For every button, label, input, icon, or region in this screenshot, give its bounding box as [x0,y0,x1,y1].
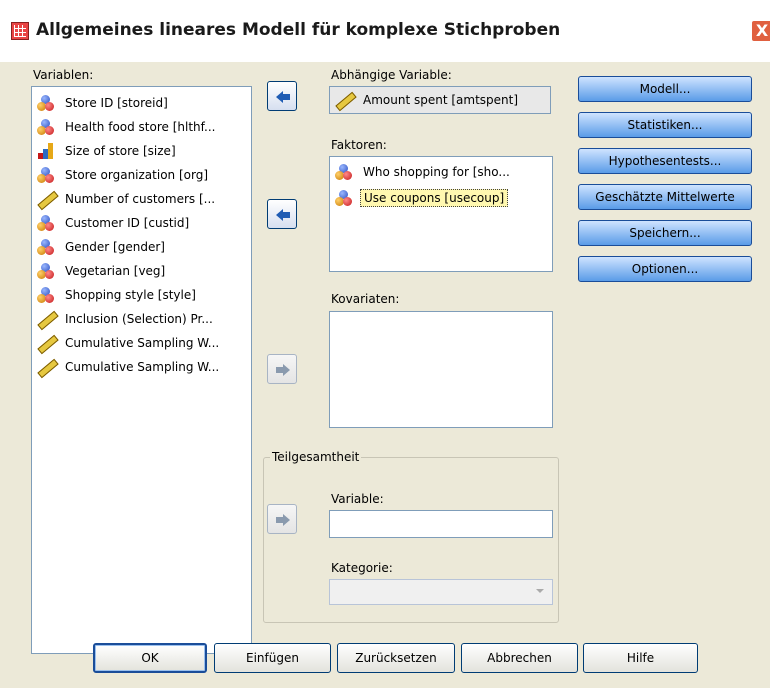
title-bar: Allgemeines lineares Modell für komplexe… [0,0,770,62]
factor-item-selected[interactable]: Use coupons [usecoup] [334,188,509,208]
window-title: Allgemeines lineares Modell für komplexe… [36,20,561,40]
cancel-button[interactable]: Abbrechen [461,643,578,673]
variables-label: Variablen: [33,68,94,82]
arrow-left-icon [276,209,290,221]
variable-item[interactable]: Gender [gender] [36,237,168,257]
subpopulation-variable-label: Variable: [331,492,384,506]
app-icon [11,22,29,40]
covariates-label: Kovariaten: [331,292,400,306]
variable-item[interactable]: Store organization [org] [36,165,211,185]
ok-button[interactable]: OK [93,643,207,673]
nominal-icon [334,189,354,207]
nominal-icon [36,214,56,232]
subpopulation-category-select[interactable] [329,579,553,605]
dependent-field[interactable]: Amount spent [amtspent] [329,86,551,114]
help-button[interactable]: Hilfe [583,643,698,673]
variables-list[interactable]: Store ID [storeid] Health food store [hl… [31,86,252,654]
nominal-icon [36,166,56,184]
hypothesis-tests-button[interactable]: Hypothesentests... [578,148,752,174]
options-button[interactable]: Optionen... [578,256,752,282]
arrow-right-icon [276,364,290,376]
save-button[interactable]: Speichern... [578,220,752,246]
factors-list[interactable]: Who shopping for [sho... Use coupons [us… [329,156,553,272]
nominal-icon [36,262,56,280]
dependent-item: Amount spent [amtspent] [334,90,521,110]
factors-label: Faktoren: [331,138,387,152]
scale-icon [36,334,56,352]
nominal-icon [36,94,56,112]
move-to-factors-button[interactable] [267,199,297,229]
subpopulation-variable-field[interactable] [329,510,553,538]
covariates-list[interactable] [329,311,553,428]
variable-item[interactable]: Customer ID [custid] [36,213,192,233]
statistics-button[interactable]: Statistiken... [578,112,752,138]
variable-item[interactable]: Store ID [storeid] [36,93,171,113]
variable-item[interactable]: Cumulative Sampling W... [36,357,222,377]
variable-item[interactable]: Size of store [size] [36,141,179,161]
close-button[interactable]: X [751,20,770,42]
variable-item[interactable]: Health food store [hlthf... [36,117,218,137]
nominal-icon [334,163,354,181]
variable-item[interactable]: Inclusion (Selection) Pr... [36,309,216,329]
estimated-means-button[interactable]: Geschätzte Mittelwerte [578,184,752,210]
nominal-icon [36,118,56,136]
paste-button[interactable]: Einfügen [214,643,331,673]
variable-item[interactable]: Shopping style [style] [36,285,199,305]
move-to-covariates-button[interactable] [267,354,297,384]
move-to-dependent-button[interactable] [267,81,297,111]
model-button[interactable]: Modell... [578,76,752,102]
reset-button[interactable]: Zurücksetzen [337,643,455,673]
variable-item[interactable]: Vegetarian [veg] [36,261,168,281]
subpopulation-category-label: Kategorie: [331,561,393,575]
scale-icon [36,358,56,376]
scale-icon [36,310,56,328]
arrow-left-icon [276,91,290,103]
dependent-label: Abhängige Variable: [331,68,452,82]
nominal-icon [36,286,56,304]
subpopulation-title: Teilgesamtheit [270,450,362,464]
scale-icon [334,91,354,109]
factor-item[interactable]: Who shopping for [sho... [334,162,513,182]
chevron-down-icon [532,583,549,598]
nominal-icon [36,238,56,256]
scale-icon [36,190,56,208]
variable-item[interactable]: Cumulative Sampling W... [36,333,222,353]
ordinal-icon [36,142,56,160]
variable-item[interactable]: Number of customers [... [36,189,218,209]
